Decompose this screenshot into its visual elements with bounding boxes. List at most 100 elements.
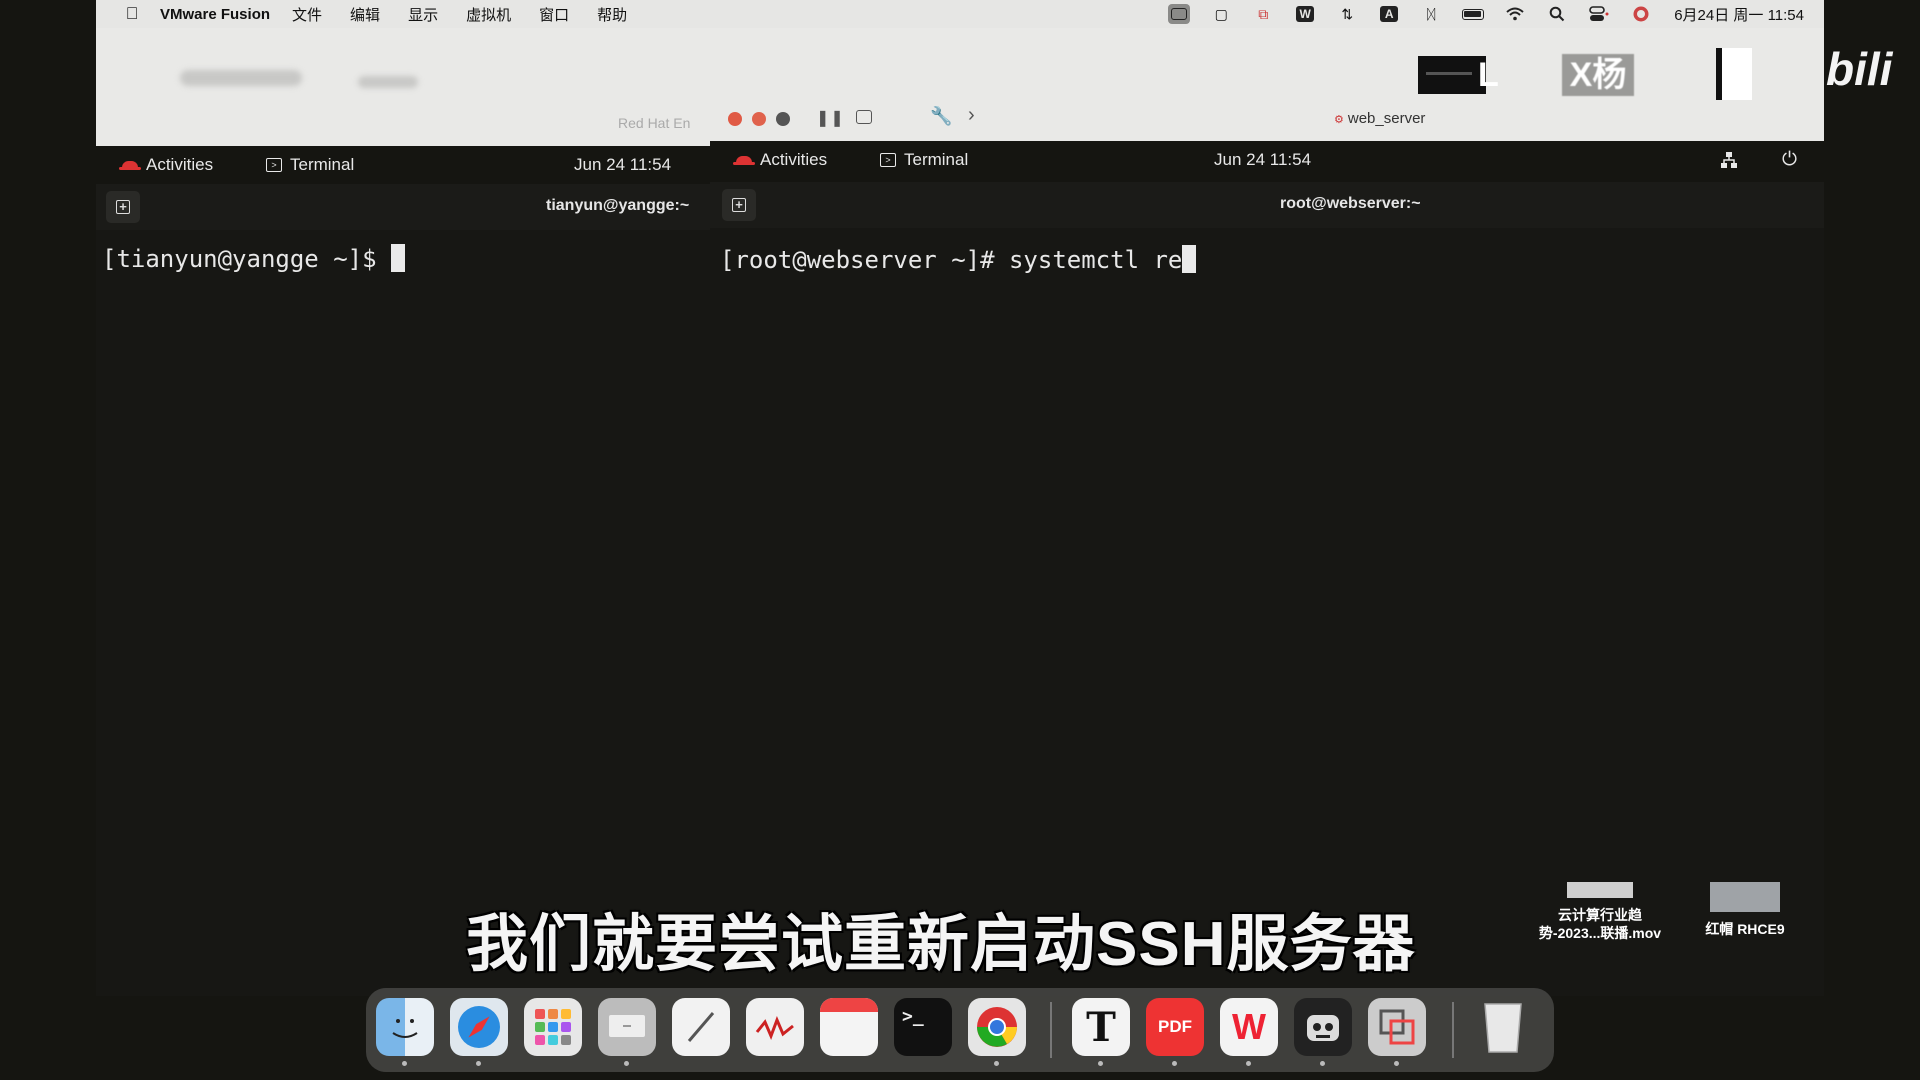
app-label: Terminal xyxy=(290,155,355,174)
file-label: 云计算行业趋 xyxy=(1558,907,1642,923)
bilibili-watermark: bili xyxy=(1826,43,1893,95)
redhat-icon xyxy=(733,155,755,165)
plus-icon: + xyxy=(732,198,746,212)
trash-icon[interactable] xyxy=(1474,998,1532,1056)
vm-right-screen: Activities > Terminal Jun 24 11:54 ⏻ + r… xyxy=(710,141,1824,996)
menu-view[interactable]: 显示 xyxy=(408,4,438,25)
menu-help[interactable]: 帮助 xyxy=(597,4,627,25)
pause-icon[interactable]: ❚❚ xyxy=(816,108,845,128)
wps-icon[interactable]: W xyxy=(1294,4,1316,24)
typora-icon[interactable]: T xyxy=(1072,998,1130,1066)
power-icon[interactable]: ⏻ xyxy=(1782,149,1797,171)
prompt-text: [root@webserver ~]# systemctl re xyxy=(720,246,1183,274)
gnome-clock[interactable]: Jun 24 11:54 xyxy=(1214,150,1311,170)
vm-tab-label: web_server xyxy=(1347,110,1426,127)
menu-file[interactable]: 文件 xyxy=(292,4,322,25)
calendar-icon[interactable] xyxy=(820,998,878,1056)
prompt-text: [tianyun@yangge ~]$ xyxy=(102,245,391,273)
vm-left-screen: Activities > Terminal Jun 24 11:54 + tia… xyxy=(96,146,710,996)
gnome-top-bar: Activities > Terminal Jun 24 11:54 xyxy=(96,146,710,184)
siri-icon[interactable] xyxy=(1630,4,1652,24)
new-tab-button[interactable]: + xyxy=(106,191,140,223)
wps-icon[interactable]: W xyxy=(1220,998,1278,1066)
blurred-area xyxy=(358,76,418,88)
gnome-top-bar: Activities > Terminal Jun 24 11:54 ⏻ xyxy=(710,141,1824,182)
typora-glyph: T xyxy=(1086,1003,1116,1051)
vm-tab-web-server[interactable]: ⚙ web_server xyxy=(1334,110,1425,127)
redhat-icon xyxy=(119,160,141,170)
activity-monitor-icon[interactable] xyxy=(746,998,804,1056)
pdf-label: PDF xyxy=(1158,1017,1192,1036)
chevron-right-icon[interactable]: › xyxy=(968,104,975,127)
terminal-icon: > xyxy=(880,153,896,167)
file-thumbnail xyxy=(1567,882,1633,898)
apple-menu-icon[interactable]:  xyxy=(120,4,144,24)
terminal-prompt[interactable]: [root@webserver ~]# systemctl re xyxy=(720,245,1197,274)
folder-thumbnail xyxy=(1710,882,1780,912)
screenshot-tool-icon[interactable]: ⧉ xyxy=(1252,4,1274,24)
terminal-title: tianyun@yangge:~ xyxy=(546,197,690,214)
bluetooth-icon[interactable]: ᛞ xyxy=(1420,4,1442,24)
text-cursor xyxy=(1182,245,1197,273)
activities-button[interactable]: Activities xyxy=(119,155,214,175)
wps-glyph: W xyxy=(1232,1006,1266,1047)
menu-bar:  VMware Fusion 文件 编辑 显示 虚拟机 窗口 帮助 ▢ ⧉ W… xyxy=(96,0,1824,28)
thumbnail-letter: L xyxy=(1478,56,1499,94)
minimize-button[interactable] xyxy=(752,112,766,126)
app-menu-name[interactable]: VMware Fusion xyxy=(160,6,270,23)
zoom-button[interactable] xyxy=(776,112,790,126)
menu-edit[interactable]: 编辑 xyxy=(350,4,380,25)
terminal-title: root@webserver:~ xyxy=(1280,195,1421,212)
video-thumbnail: X杨 xyxy=(1562,54,1634,96)
activities-label: Activities xyxy=(146,155,214,174)
file-label: 势-2023...联播.mov xyxy=(1538,925,1662,941)
gnome-clock[interactable]: Jun 24 11:54 xyxy=(574,155,671,175)
sync-icon[interactable]: ⇅ xyxy=(1336,4,1358,24)
finder-icon[interactable] xyxy=(376,998,434,1066)
pencil-icon[interactable] xyxy=(672,998,730,1056)
vm-icon: ⚙ xyxy=(1334,114,1344,126)
menu-vm[interactable]: 虚拟机 xyxy=(466,4,511,25)
vmware-icon[interactable] xyxy=(1368,998,1426,1066)
dock-separator xyxy=(1050,1002,1052,1058)
input-method-icon[interactable]: A xyxy=(1378,4,1400,24)
terminal-app-menu[interactable]: > Terminal xyxy=(880,150,968,170)
control-center-icon[interactable] xyxy=(1588,4,1610,24)
pdf-icon[interactable]: PDF xyxy=(1146,998,1204,1066)
search-icon[interactable] xyxy=(1546,4,1568,24)
chrome-icon[interactable] xyxy=(968,998,1026,1066)
dock: >_ T PDF W xyxy=(366,988,1554,1072)
snapshot-icon[interactable] xyxy=(856,110,872,124)
robot-icon[interactable] xyxy=(1294,998,1352,1066)
screen-mirror-icon[interactable] xyxy=(1168,4,1191,24)
terminal-app-menu[interactable]: > Terminal xyxy=(266,155,354,175)
new-tab-button[interactable]: + xyxy=(722,189,756,221)
desktop-folder-rhce9[interactable]: 红帽 RHCE9 xyxy=(1690,882,1800,938)
activities-label: Activities xyxy=(760,150,828,169)
wifi-icon[interactable] xyxy=(1504,4,1526,24)
battery-icon[interactable] xyxy=(1462,4,1485,24)
terminal-icon[interactable]: >_ xyxy=(894,998,952,1056)
activities-button[interactable]: Activities xyxy=(733,150,828,170)
dock-separator xyxy=(1452,1002,1454,1058)
menu-window[interactable]: 窗口 xyxy=(539,4,569,25)
launchpad-icon[interactable] xyxy=(524,998,582,1056)
menubar-clock[interactable]: 6月24日 周一 11:54 xyxy=(1674,4,1804,25)
video-thumbnail xyxy=(1418,56,1486,94)
desktop-file-video[interactable]: 云计算行业趋 势-2023...联播.mov xyxy=(1520,882,1680,942)
keynote-icon[interactable] xyxy=(598,998,656,1066)
text-cursor xyxy=(390,244,405,272)
wrench-icon[interactable]: 🔧 xyxy=(930,106,952,127)
terminal-glyph: >_ xyxy=(902,1006,924,1027)
status-tray: ▢ ⧉ W ⇅ A ᛞ 6月24日 周一 11:54 xyxy=(1158,4,1804,25)
folder-label: 红帽 RHCE9 xyxy=(1705,921,1785,937)
terminal-icon: > xyxy=(266,158,282,172)
video-camera-icon[interactable]: ▢ xyxy=(1210,4,1232,24)
terminal-header: + tianyun@yangge:~ xyxy=(96,184,710,230)
safari-icon[interactable] xyxy=(450,998,508,1066)
network-icon[interactable] xyxy=(1720,151,1738,169)
close-button[interactable] xyxy=(728,112,742,126)
terminal-prompt[interactable]: [tianyun@yangge ~]$ xyxy=(102,244,405,273)
blurred-area xyxy=(180,70,302,86)
vm-tab-redhat[interactable]: Red Hat En xyxy=(618,115,690,131)
